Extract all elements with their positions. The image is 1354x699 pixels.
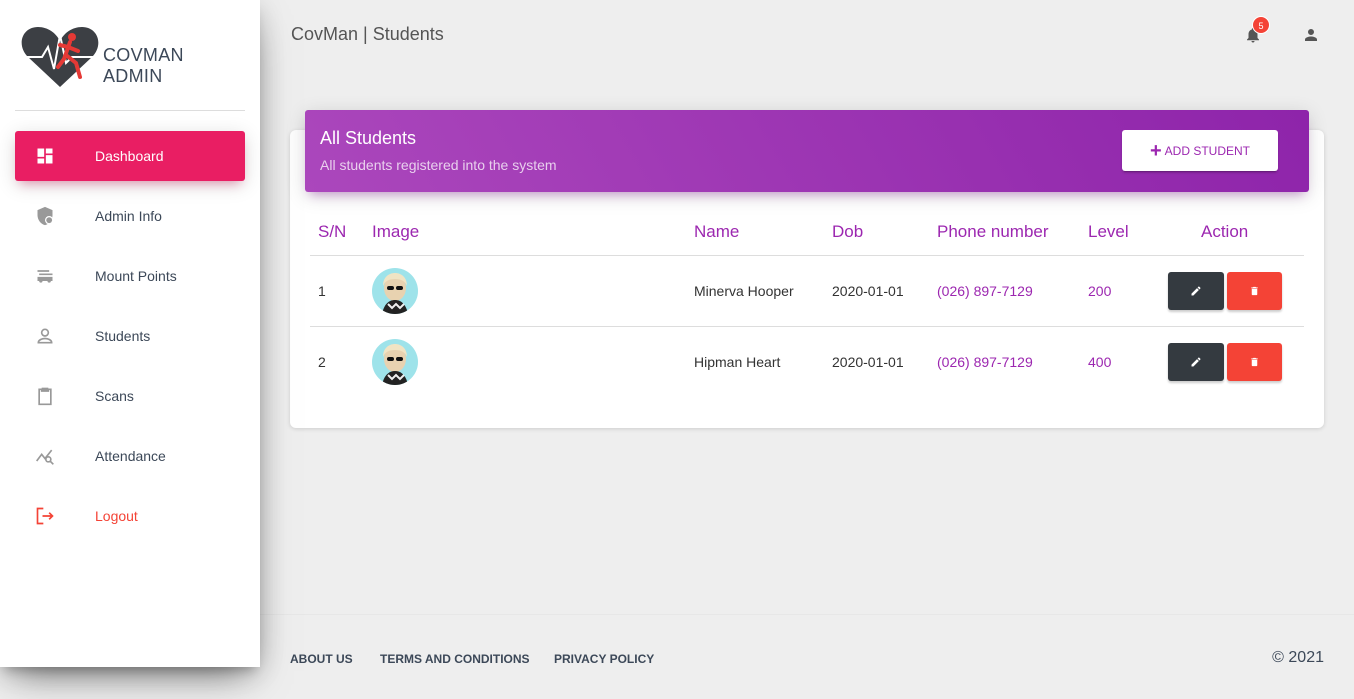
column-header-level: Level: [1088, 222, 1129, 241]
trash-icon: [1251, 286, 1258, 296]
clipboard-icon: [35, 386, 55, 406]
column-header-name: Name: [694, 222, 740, 241]
heart-runner-logo-icon: [20, 27, 99, 87]
mount-points-icon: [35, 266, 55, 286]
brand-title: COVMAN ADMIN: [103, 45, 184, 86]
student-avatar: [372, 339, 418, 385]
sidebar-item-dashboard[interactable]: Dashboard: [15, 131, 245, 181]
cell-phone: (026) 897-7129: [937, 283, 1033, 299]
cell-level: 200: [1088, 283, 1112, 299]
add-student-button[interactable]: + ADD STUDENT: [1122, 130, 1278, 171]
cell-level: 400: [1088, 354, 1112, 370]
cell-phone: (026) 897-7129: [937, 354, 1033, 370]
cell-name: Minerva Hooper: [694, 283, 794, 299]
notification-badge: 5: [1252, 16, 1270, 34]
footer-link-terms[interactable]: TERMS AND CONDITIONS: [380, 652, 530, 666]
dashboard-icon: [35, 146, 55, 166]
sidebar-item-label: Logout: [95, 508, 138, 524]
logout-icon: [35, 506, 55, 526]
sidebar-item-label: Mount Points: [95, 268, 177, 284]
cell-dob: 2020-01-01: [832, 354, 904, 370]
table-row: 2 Hipman Heart 2020-01-01 (026) 897-7129…: [310, 326, 1304, 397]
cell-sn: 2: [318, 354, 326, 370]
sidebar-item-students[interactable]: Students: [15, 311, 245, 361]
card-subtitle: All students registered into the system: [320, 157, 557, 173]
add-student-label: ADD STUDENT: [1164, 143, 1251, 158]
student-avatar: [372, 268, 418, 314]
attendance-chart-icon: [35, 446, 55, 466]
copyright: © 2021: [1272, 649, 1324, 666]
sidebar: COVMAN ADMIN Dashboard Admin Info Mount …: [0, 0, 260, 667]
cell-sn: 1: [318, 283, 326, 299]
edit-button[interactable]: [1168, 343, 1224, 381]
column-header-sn: S/N: [318, 222, 347, 241]
footer: ABOUT US TERMS AND CONDITIONS PRIVACY PO…: [260, 614, 1354, 699]
user-account-icon[interactable]: [1302, 26, 1320, 44]
sidebar-item-label: Scans: [95, 388, 134, 404]
column-header-dob: Dob: [832, 222, 864, 241]
plus-icon: +: [1149, 139, 1162, 162]
admin-shield-icon: [35, 206, 55, 226]
sidebar-item-attendance[interactable]: Attendance: [15, 431, 245, 481]
cell-dob: 2020-01-01: [832, 283, 904, 299]
delete-button[interactable]: [1227, 272, 1282, 310]
sidebar-item-scans[interactable]: Scans: [15, 371, 245, 421]
cell-name: Hipman Heart: [694, 354, 781, 370]
sidebar-item-label: Admin Info: [95, 208, 162, 224]
column-header-phone: Phone number: [937, 222, 1049, 241]
delete-button[interactable]: [1227, 343, 1282, 381]
sidebar-item-logout[interactable]: Logout: [15, 491, 245, 541]
footer-link-about[interactable]: ABOUT US: [290, 652, 353, 666]
footer-link-privacy[interactable]: PRIVACY POLICY: [554, 652, 654, 666]
card-title: All Students: [320, 128, 417, 148]
page-title: CovMan | Students: [291, 24, 444, 44]
card-header: All Students All students registered int…: [305, 110, 1309, 192]
sidebar-item-label: Attendance: [95, 448, 166, 464]
edit-button[interactable]: [1168, 272, 1224, 310]
column-header-image: Image: [372, 222, 420, 241]
column-header-action: Action: [1201, 222, 1249, 241]
sidebar-item-admin-info[interactable]: Admin Info: [15, 191, 245, 241]
table-row: 1 Minerva Hooper 2020-01-01 (026) 897-71…: [310, 255, 1304, 326]
sidebar-item-label: Dashboard: [95, 148, 164, 164]
logo: COVMAN ADMIN: [15, 20, 245, 111]
trash-icon: [1251, 357, 1258, 367]
person-icon: [35, 326, 55, 346]
sidebar-nav: Dashboard Admin Info Mount Points Studen…: [15, 131, 245, 551]
pencil-icon: [1191, 286, 1201, 296]
sidebar-item-label: Students: [95, 328, 151, 344]
sidebar-item-mount-points[interactable]: Mount Points: [15, 251, 245, 301]
pencil-icon: [1191, 357, 1201, 367]
